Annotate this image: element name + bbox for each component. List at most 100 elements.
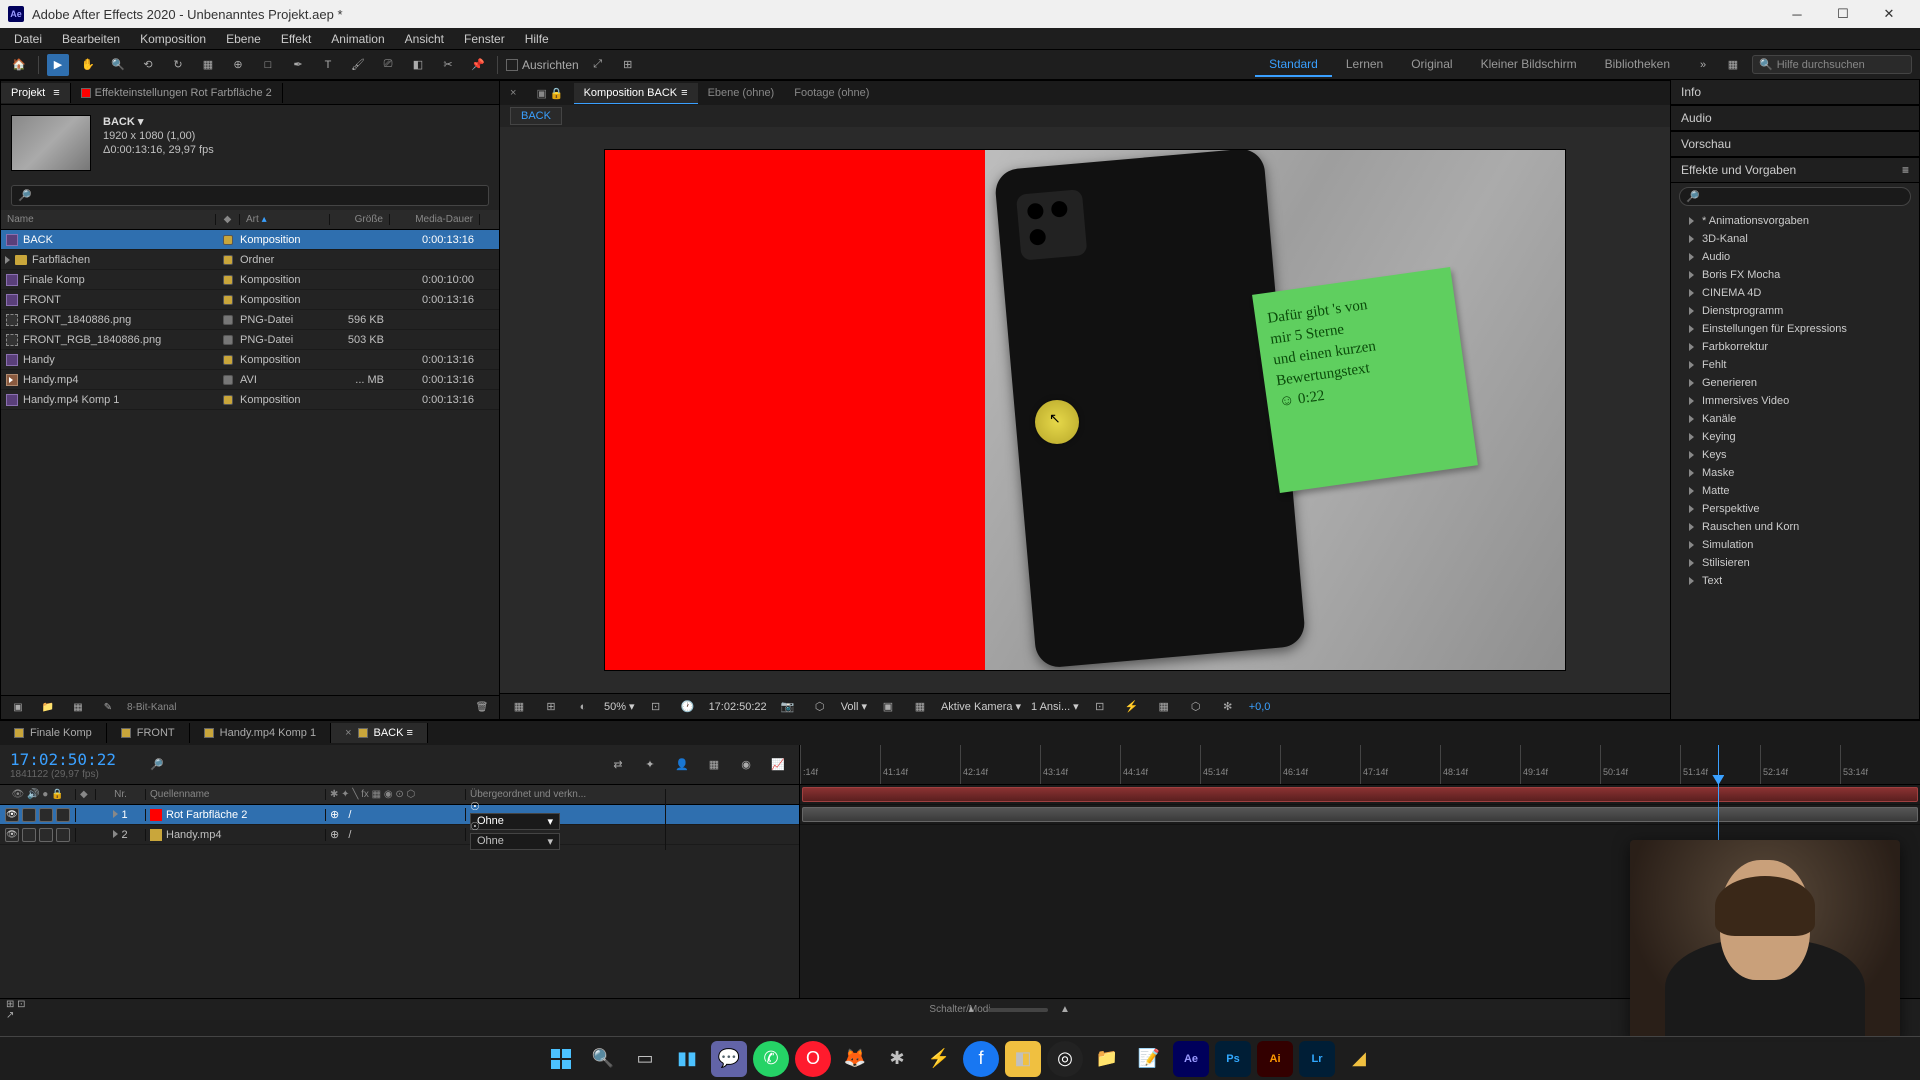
motion-blur-button[interactable]: ◉	[735, 754, 757, 776]
fx-category[interactable]: Farbkorrektur	[1671, 338, 1919, 356]
project-row[interactable]: Handy Komposition 0:00:13:16	[1, 350, 499, 370]
panel-menu-button[interactable]: ▦	[1722, 54, 1744, 76]
snapshot-button[interactable]: 📷	[777, 696, 799, 718]
fx-category[interactable]: Stilisieren	[1671, 554, 1919, 572]
photoshop-icon[interactable]: Ps	[1215, 1041, 1251, 1077]
fx-category[interactable]: Rauschen und Korn	[1671, 518, 1919, 536]
zoom-in-button[interactable]: ▲	[1054, 999, 1076, 1021]
effects-panel-header[interactable]: Effekte und Vorgaben≡	[1671, 158, 1919, 183]
selection-tool[interactable]: ▶	[47, 54, 69, 76]
zoom-tool[interactable]: 🔍	[107, 54, 129, 76]
viewer-timecode[interactable]: 17:02:50:22	[709, 701, 767, 713]
fx-category[interactable]: Einstellungen für Expressions	[1671, 320, 1919, 338]
fx-category[interactable]: Keys	[1671, 446, 1919, 464]
col-name[interactable]: Name	[1, 214, 216, 225]
anchor-tool[interactable]: ⊕	[227, 54, 249, 76]
puppet-tool[interactable]: 📌	[467, 54, 489, 76]
firefox-icon[interactable]: 🦊	[837, 1041, 873, 1077]
workspace-original[interactable]: Original	[1397, 53, 1466, 77]
flowchart-button[interactable]: ⬡	[1185, 696, 1207, 718]
shape-tool[interactable]: □	[257, 54, 279, 76]
name-header[interactable]: Quellenname	[146, 789, 326, 800]
menu-fenster[interactable]: Fenster	[454, 29, 515, 49]
obs-icon[interactable]: ◎	[1047, 1041, 1083, 1077]
orbit-tool[interactable]: ⟲	[137, 54, 159, 76]
toggle-switches-button[interactable]: ⊞ ⊡ ↗	[6, 999, 28, 1021]
project-row[interactable]: Finale Komp Komposition 0:00:10:00	[1, 270, 499, 290]
menu-animation[interactable]: Animation	[321, 29, 394, 49]
fx-category[interactable]: Simulation	[1671, 536, 1919, 554]
menu-datei[interactable]: Datei	[4, 29, 52, 49]
whatsapp-icon[interactable]: ✆	[753, 1041, 789, 1077]
footage-tab[interactable]: Footage (ohne)	[784, 83, 879, 103]
draft-3d-button[interactable]: ✦	[639, 754, 661, 776]
menu-ebene[interactable]: Ebene	[216, 29, 271, 49]
alpha-button[interactable]: ▦	[508, 696, 530, 718]
snap-tool[interactable]: ⤢	[587, 54, 609, 76]
fx-category[interactable]: Immersives Video	[1671, 392, 1919, 410]
app-icon-1[interactable]: ✱	[879, 1041, 915, 1077]
fx-category[interactable]: Keying	[1671, 428, 1919, 446]
facebook-icon[interactable]: f	[963, 1041, 999, 1077]
info-panel-header[interactable]: Info	[1671, 80, 1919, 105]
new-folder-button[interactable]: 📁	[37, 697, 59, 719]
timeline-tab[interactable]: Finale Komp	[0, 723, 107, 743]
exposure-value[interactable]: +0,0	[1249, 701, 1271, 713]
composition-tab[interactable]: Komposition BACK ≡	[574, 83, 698, 104]
explorer-button[interactable]: ▮▮	[669, 1041, 705, 1077]
transparency-button[interactable]: ▦	[909, 696, 931, 718]
workspace-bibliotheken[interactable]: Bibliotheken	[1591, 53, 1684, 77]
fx-category[interactable]: Text	[1671, 572, 1919, 590]
comp-tab-close[interactable]: ×	[500, 83, 526, 103]
red-solid-layer[interactable]	[605, 150, 985, 670]
pixel-aspect-button[interactable]: ⊡	[1089, 696, 1111, 718]
adjustment-button[interactable]: ✎	[97, 697, 119, 719]
fx-category[interactable]: Maske	[1671, 464, 1919, 482]
project-row[interactable]: FRONT Komposition 0:00:13:16	[1, 290, 499, 310]
layer-row[interactable]: 👁 2 Handy.mp4 ⊕ / ☉Ohne▾	[0, 825, 799, 845]
opera-icon[interactable]: O	[795, 1041, 831, 1077]
messenger-icon[interactable]: ⚡	[921, 1041, 957, 1077]
new-comp-button[interactable]: ▦	[67, 697, 89, 719]
lightroom-icon[interactable]: Lr	[1299, 1041, 1335, 1077]
fx-category[interactable]: Generieren	[1671, 374, 1919, 392]
project-row[interactable]: BACK Komposition 0:00:13:16	[1, 230, 499, 250]
roto-tool[interactable]: ✂	[437, 54, 459, 76]
exposure-reset-button[interactable]: ✻	[1217, 696, 1239, 718]
timeline-tab[interactable]: FRONT	[107, 723, 190, 743]
timeline-search[interactable]: 🔎	[146, 754, 168, 776]
effect-controls-tab[interactable]: Effekteinstellungen Rot Farbfläche 2	[71, 83, 283, 103]
fx-category[interactable]: Matte	[1671, 482, 1919, 500]
composition-viewer[interactable]: Dafür gibt 's von mir 5 Sterne und einen…	[500, 127, 1670, 693]
fx-category[interactable]: Perspektive	[1671, 500, 1919, 518]
project-row[interactable]: Handy.mp4 Komp 1 Komposition 0:00:13:16	[1, 390, 499, 410]
rotate-tool[interactable]: ↻	[167, 54, 189, 76]
illustrator-icon[interactable]: Ai	[1257, 1041, 1293, 1077]
file-explorer-icon[interactable]: 📁	[1089, 1041, 1125, 1077]
timecode-button[interactable]: 🕐	[677, 696, 699, 718]
zoom-slider[interactable]	[988, 1008, 1048, 1012]
fx-category[interactable]: Fehlt	[1671, 356, 1919, 374]
workspace-overflow[interactable]: »	[1692, 54, 1714, 76]
channel-button[interactable]: ⬡	[809, 696, 831, 718]
app-icon-2[interactable]: ◧	[1005, 1041, 1041, 1077]
resolution-dropdown[interactable]: Voll ▾	[841, 700, 867, 713]
workspace-standard[interactable]: Standard	[1255, 53, 1332, 77]
text-tool[interactable]: T	[317, 54, 339, 76]
shy-button[interactable]: 👤	[671, 754, 693, 776]
fx-category[interactable]: Audio	[1671, 248, 1919, 266]
zoom-out-button[interactable]: ▴	[960, 999, 982, 1021]
mask-button[interactable]: ◐	[572, 696, 594, 718]
frame-blend-button[interactable]: ▦	[703, 754, 725, 776]
comp-tab-lock[interactable]: ▣ 🔒	[526, 83, 573, 104]
menu-komposition[interactable]: Komposition	[130, 29, 216, 49]
col-label[interactable]: ◆	[216, 214, 240, 225]
minimize-button[interactable]: ─	[1774, 0, 1820, 28]
pen-tool[interactable]: ✒	[287, 54, 309, 76]
timeline-button[interactable]: ▦	[1153, 696, 1175, 718]
camera-dropdown[interactable]: Aktive Kamera ▾	[941, 700, 1021, 713]
task-view-button[interactable]: ▭	[627, 1041, 663, 1077]
layer-clip[interactable]	[802, 787, 1918, 802]
project-row[interactable]: Farbflächen Ordner	[1, 250, 499, 270]
preview-panel-header[interactable]: Vorschau	[1671, 132, 1919, 157]
